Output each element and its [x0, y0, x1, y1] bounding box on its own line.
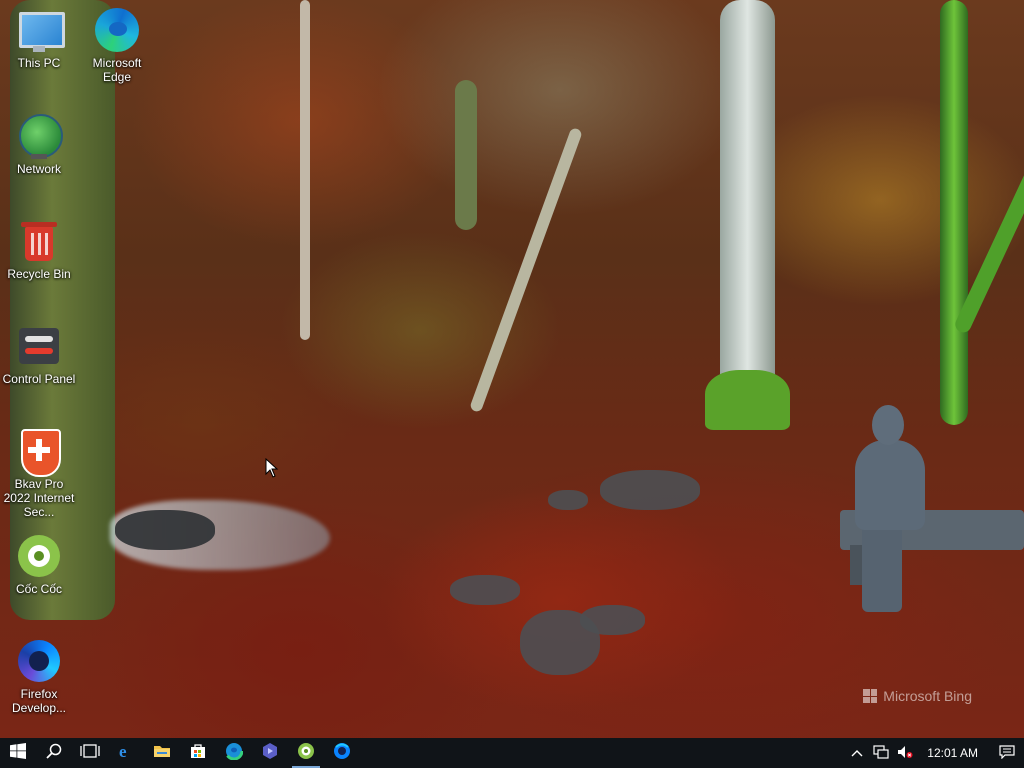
desktop-icon-this-pc[interactable]: This PC [0, 6, 78, 70]
desktop-icon-microsoft-edge[interactable]: Microsoft Edge [78, 6, 156, 84]
internet-explorer-icon: e [117, 742, 135, 765]
desktop-icon-label: This PC [17, 56, 61, 70]
tree-trunk-thin-2 [300, 0, 310, 340]
folder-icon [153, 743, 171, 764]
show-hidden-icons-button[interactable] [845, 738, 869, 768]
rock [600, 470, 700, 510]
desktop-wallpaper: Microsoft Bing [0, 0, 1024, 738]
taskbar-microsoft-store[interactable] [180, 738, 216, 768]
firefox-developer-icon [15, 637, 63, 685]
windows-logo-icon [10, 742, 26, 764]
desktop-icon-label: Network [16, 162, 61, 176]
taskbar-file-explorer[interactable] [144, 738, 180, 768]
recycle-bin-icon [15, 217, 63, 265]
action-center-button[interactable] [990, 738, 1024, 768]
taskbar-edge[interactable] [216, 738, 252, 768]
statue-head [872, 405, 904, 445]
desktop-icon-label: Recycle Bin [7, 267, 71, 281]
edge-icon [224, 741, 244, 765]
tree-branch-diag [469, 126, 583, 414]
taskbar-coccoc[interactable] [288, 738, 324, 768]
rock [115, 510, 215, 550]
taskbar-power-automate[interactable] [252, 738, 288, 768]
search-icon [46, 743, 62, 764]
coccoc-icon [15, 532, 63, 580]
desktop-icon-coccoc[interactable]: Cốc Cốc [0, 532, 78, 596]
coccoc-icon [297, 742, 315, 765]
desktop-icon-firefox-developer[interactable]: Firefox Develop... [0, 637, 78, 715]
taskbar-internet-explorer[interactable]: e [108, 738, 144, 768]
notification-icon [999, 744, 1015, 762]
statue-legs [862, 520, 902, 612]
tree-trunk-green [940, 0, 968, 425]
statue-body [855, 440, 925, 530]
desktop-icon-network[interactable]: Network [0, 112, 78, 176]
desktop-icon-label: Control Panel [2, 372, 76, 386]
rock [580, 605, 645, 635]
taskbar-firefox-developer[interactable] [324, 738, 360, 768]
desktop-icon-label: Cốc Cốc [15, 582, 62, 596]
tree-trunk-white [720, 0, 775, 420]
tree-trunk-left [10, 0, 115, 620]
task-view-icon [80, 743, 100, 764]
power-automate-icon [261, 742, 279, 765]
desktop-icon-bkav[interactable]: Bkav Pro 2022 Internet Sec... [0, 427, 78, 519]
desktop-icon-label: Microsoft Edge [92, 56, 142, 84]
system-tray: 12:01 AM [845, 738, 1024, 768]
firefox-developer-icon [333, 742, 351, 765]
network-tray-button[interactable] [869, 738, 893, 768]
bkav-icon [15, 427, 63, 477]
volume-button[interactable] [893, 738, 917, 768]
desktop-icon-control-panel[interactable]: Control Panel [0, 322, 78, 386]
network-icon [15, 112, 63, 160]
desktop-icon-label: Bkav Pro 2022 Internet Sec... [3, 477, 75, 519]
volume-muted-icon [897, 745, 913, 762]
chevron-up-icon [851, 746, 863, 760]
rock [548, 490, 588, 510]
tree-trunk-thin [455, 80, 477, 230]
network-tray-icon [873, 744, 889, 762]
task-view-button[interactable] [72, 738, 108, 768]
bing-watermark-text: Microsoft Bing [883, 688, 972, 704]
bing-logo-icon [863, 689, 878, 703]
taskbar-clock[interactable]: 12:01 AM [917, 746, 990, 760]
tree-trunk-moss-base [705, 370, 790, 430]
desktop-icon-recycle-bin[interactable]: Recycle Bin [0, 217, 78, 281]
bing-watermark: Microsoft Bing [863, 688, 972, 704]
this-pc-icon [15, 6, 65, 54]
desktop-icon-label: Firefox Develop... [11, 687, 67, 715]
control-panel-icon [15, 322, 63, 370]
rock [450, 575, 520, 605]
svg-text:e: e [119, 742, 127, 760]
search-button[interactable] [36, 738, 72, 768]
start-button[interactable] [0, 738, 36, 768]
edge-icon [93, 6, 141, 54]
store-icon [190, 743, 206, 764]
